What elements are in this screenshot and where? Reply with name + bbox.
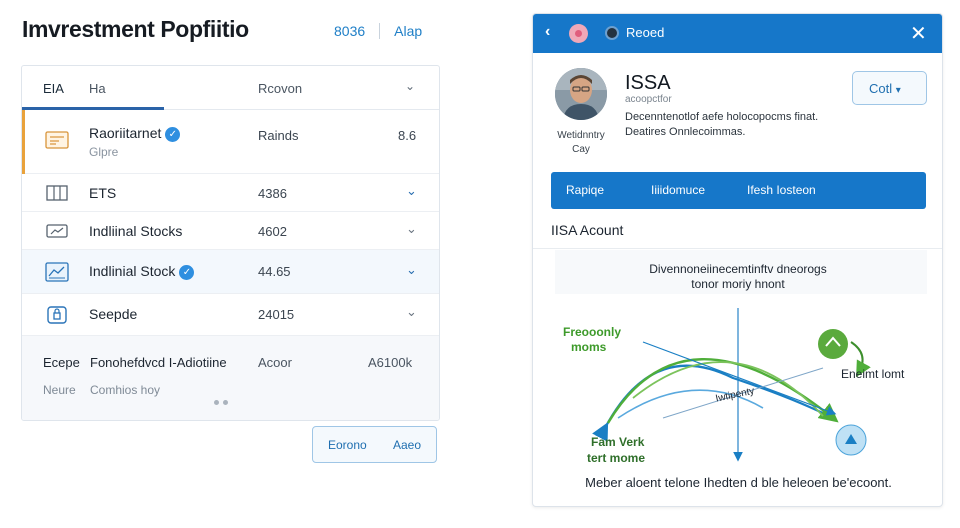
table-footer: Ecepe Fonohefdvcd I-Adiotiine Acoor A610…	[22, 336, 439, 420]
cart-label: Cotl	[869, 81, 893, 96]
table-header: EIA Ha Rcovon ⌄	[22, 66, 439, 110]
chevron-down-icon[interactable]: ⌄	[406, 304, 417, 320]
row-value: 4602	[258, 224, 287, 239]
action-button-group: Eorono Aaeo	[312, 426, 437, 463]
row-name: ETS	[89, 185, 117, 201]
tab-3[interactable]: Ifesh Iosteon	[747, 183, 816, 197]
avatar-caption-line: Cay	[572, 144, 590, 155]
notification-icon[interactable]	[569, 24, 588, 43]
table-row[interactable]: Seepde 24015 ⌄	[22, 294, 439, 336]
verified-check-icon: ✓	[165, 127, 181, 142]
tab-1[interactable]: Rapiqe	[566, 183, 604, 197]
header-link-left[interactable]: 8036	[334, 23, 365, 39]
footer-amount: A6100k	[368, 355, 413, 370]
diagram-caption-line: tonor moriy hnont	[691, 277, 785, 291]
row-subtitle: Glpre	[89, 145, 119, 159]
cart-dropdown-button[interactable]: Cotl ▾	[852, 71, 927, 105]
row-value: Rainds	[258, 128, 299, 143]
diagram-caption: Divennoneiinecemtinftv dneorogs tonor mo…	[573, 262, 903, 292]
pagination-dots[interactable]	[214, 400, 228, 405]
modal-header: ‹ Reoed ✕	[533, 14, 942, 53]
footer-sublabel: Neure	[43, 383, 76, 397]
table-row[interactable]: Raoriitarnet ✓ Glpre Rainds 8.6	[22, 110, 439, 174]
chevron-down-icon[interactable]: ⌄	[405, 79, 415, 93]
account-subtitle: acoopctfor	[625, 94, 672, 105]
section-title: IISA Acount	[551, 222, 624, 238]
card-icon	[44, 130, 70, 150]
row-name: Seepde	[89, 306, 138, 322]
chevron-down-icon[interactable]: ⌄	[406, 183, 417, 199]
lock-icon	[44, 305, 70, 325]
page-title: Imvrestment Popfiitio	[22, 16, 249, 42]
tab-bar: Rapiqe Iiiidomuce Ifesh Iosteon	[551, 172, 926, 209]
diagram-label-left-top: Freooonly	[563, 325, 621, 339]
bar-chart-icon	[44, 183, 70, 203]
account-name: ISSA	[625, 72, 671, 94]
flow-diagram: Freooonly moms Fam Verk tert mome Iwtipe…	[563, 308, 905, 465]
row-value: 4386	[258, 186, 287, 201]
row-value: 24015	[258, 307, 295, 322]
chevron-down-icon[interactable]: ⌄	[406, 262, 417, 278]
close-icon[interactable]: ✕	[910, 21, 927, 46]
diagram-label-left-bottom: Fam Verk	[591, 435, 645, 449]
table-row[interactable]: Indliinal Stocks 4602 ⌄	[22, 212, 439, 250]
row-value: 44.65	[258, 264, 291, 279]
column-header-tab[interactable]: EIA	[43, 81, 64, 96]
column-header-name[interactable]: Ha	[89, 81, 106, 96]
account-modal: ‹ Reoed ✕ Wetidnntry Cay ISSA acoopctfor…	[532, 13, 943, 507]
diagram-label-left-bottom: tert mome	[587, 451, 645, 465]
holdings-table: EIA Ha Rcovon ⌄ Raoriitarnet ✓ Glpre Rain…	[21, 65, 440, 421]
modal-title: Reoed	[626, 25, 665, 40]
table-row[interactable]: ETS 4386 ⌄	[22, 174, 439, 212]
chart-grid-icon	[44, 262, 70, 282]
avatar-caption-line: Wetidnntry	[557, 130, 605, 141]
row-value-right: 8.6	[398, 128, 417, 143]
footer-label: Ecepe	[43, 355, 80, 370]
row-name: Raoriitarnet ✓	[89, 125, 181, 142]
header-links: 8036 Alap	[334, 23, 422, 39]
profile-icon[interactable]	[605, 26, 619, 40]
primary-action-button[interactable]: Eorono	[313, 438, 383, 452]
footer-description: Fonohefdvcd I-Adiotiine	[90, 355, 227, 370]
modal-footer-text: Meber aloent telone Ihedten d ble heleoe…	[585, 475, 892, 490]
tab-2[interactable]: Iiiidomuce	[651, 183, 705, 197]
avatar	[555, 68, 607, 120]
row-name-text: Raoriitarnet	[89, 125, 162, 141]
diagram-label-left-top: moms	[571, 340, 607, 354]
row-name: Indlinial Stock ✓	[89, 263, 195, 280]
account-description: Decenntenotlof aefe holocopocms finat. D…	[625, 111, 819, 138]
footer-note: Comhios hoy	[90, 383, 161, 397]
back-arrow-icon[interactable]: ‹	[545, 23, 550, 41]
divider	[533, 248, 942, 249]
divider	[379, 23, 381, 39]
footer-column: Acoor	[258, 355, 292, 370]
row-name-text: Indlinial Stock	[89, 263, 176, 279]
avatar-caption: Wetidnntry Cay	[543, 129, 619, 157]
chevron-down-icon[interactable]: ⌄	[406, 221, 417, 237]
row-name: Indliinal Stocks	[89, 223, 183, 239]
secondary-action-button[interactable]: Aaeo	[383, 438, 421, 452]
row-accent-bar	[22, 110, 25, 174]
chevron-down-icon: ▾	[895, 85, 901, 96]
screen-icon	[44, 221, 70, 241]
verified-check-icon: ✓	[179, 265, 195, 280]
column-header-value[interactable]: Rcovon	[258, 81, 302, 96]
table-row[interactable]: Indlinial Stock ✓ 44.65 ⌄	[22, 250, 439, 294]
header-link-right[interactable]: Alap	[394, 23, 422, 39]
diagram-label-right: Eneimt lomt	[841, 367, 905, 381]
diagram-caption-line: Divennoneiinecemtinftv dneorogs	[649, 262, 827, 276]
